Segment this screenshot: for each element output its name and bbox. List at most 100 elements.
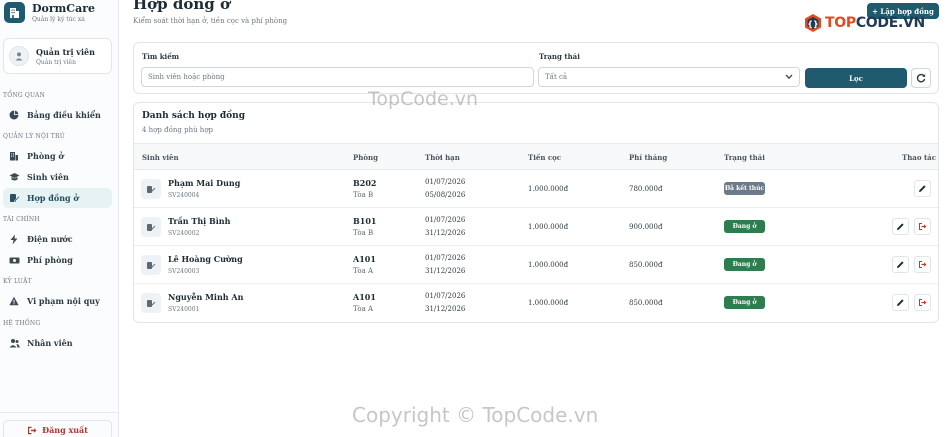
lightning-icon — [8, 233, 20, 245]
contract-icon — [8, 192, 20, 204]
brand[interactable]: DormCare Quản lý ký túc xá — [4, 2, 95, 23]
pencil-icon — [896, 260, 905, 269]
monthly-fee: 850.000đ — [629, 299, 663, 307]
deposit-amount: 1.000.000đ — [528, 223, 569, 231]
start-date: 01/07/2026 — [425, 254, 466, 262]
start-date: 01/07/2026 — [425, 178, 466, 186]
watermark: TopCode.vn — [368, 88, 479, 110]
topcode-logo-text: TOPCODE.VN — [825, 15, 925, 31]
graduation-cap-icon — [8, 171, 20, 183]
contract-list-card: Danh sách hợp đồng 4 hợp đồng phù hợp Si… — [133, 102, 939, 323]
avatar — [9, 46, 29, 66]
search-input[interactable]: Sinh viên hoặc phòng — [141, 67, 534, 87]
warning-icon — [8, 295, 20, 307]
sidebar-item-violations[interactable]: Vi phạm nội quy — [3, 291, 112, 311]
section-boarding: QUẢN LÝ NỘI TRÚ — [3, 133, 65, 140]
status-select[interactable]: Tất cả — [538, 67, 800, 87]
sign-out-icon — [918, 222, 927, 231]
edit-button[interactable] — [892, 294, 909, 311]
section-finance: TÀI CHÍNH — [3, 216, 40, 223]
app-name: DormCare — [32, 1, 95, 15]
sidebar-item-dashboard[interactable]: Bảng điều khiển — [3, 105, 112, 125]
contract-icon — [141, 293, 161, 313]
topcode-logo: {} TOPCODE.VN — [803, 13, 925, 33]
building-name: Tòa B — [353, 191, 374, 199]
filter-panel: Tìm kiếm Sinh viên hoặc phòng Trạng thái… — [133, 42, 939, 94]
status-badge: Đang ở — [724, 296, 765, 309]
end-date: 31/12/2026 — [425, 267, 466, 275]
filter-button[interactable]: Lọc — [805, 68, 907, 88]
column-header: Sinh viên — [142, 153, 179, 162]
status-select-value: Tất cả — [545, 73, 568, 81]
divider — [0, 412, 119, 413]
table-row[interactable]: Lê Hoàng Cường SV240003 A101 Tòa A 01/07… — [134, 246, 938, 284]
deposit-amount: 1.000.000đ — [528, 185, 569, 193]
edit-button[interactable] — [892, 256, 909, 273]
start-date: 01/07/2026 — [425, 292, 466, 300]
column-header: Thời hạn — [425, 153, 460, 162]
deposit-amount: 1.000.000đ — [528, 299, 569, 307]
sign-out-icon — [918, 260, 927, 269]
end-contract-button[interactable] — [914, 294, 931, 311]
svg-text:{}: {} — [807, 20, 818, 29]
page-subtitle: Kiểm soát thời hạn ở, tiền cọc và phí ph… — [133, 17, 288, 25]
refresh-icon — [916, 73, 926, 83]
room-number: A101 — [353, 254, 376, 264]
building-name: Tòa A — [353, 267, 374, 275]
sign-out-icon — [918, 298, 927, 307]
search-label: Tìm kiếm — [142, 52, 180, 61]
section-system: HỆ THỐNG — [3, 320, 41, 327]
sidebar-item-label: Bảng điều khiển — [27, 110, 101, 120]
sidebar-item-label: Sinh viên — [27, 172, 69, 182]
end-contract-button[interactable] — [914, 256, 931, 273]
sidebar-item-label: Điện nước — [27, 234, 73, 244]
sidebar: DormCare Quản lý ký túc xá Quản trị viên… — [0, 0, 119, 437]
student-name: Nguyễn Minh An — [168, 292, 244, 302]
refresh-button[interactable] — [911, 68, 931, 88]
pencil-icon — [918, 184, 927, 193]
room-number: B202 — [353, 178, 377, 188]
edit-button[interactable] — [914, 180, 931, 197]
column-header: Phòng — [353, 153, 379, 162]
column-header: Phí tháng — [629, 153, 668, 162]
contract-icon — [141, 217, 161, 237]
status-label: Trạng thái — [539, 52, 580, 61]
app-subtitle: Quản lý ký túc xá — [32, 15, 85, 23]
sidebar-item-room-fees[interactable]: Phí phòng — [3, 250, 112, 270]
building-name: Tòa B — [353, 229, 374, 237]
table-row[interactable]: Trần Thị Bình SV240002 B101 Tòa B 01/07/… — [134, 208, 938, 246]
table-row[interactable]: Phạm Mai Dung SV240004 B202 Tòa B 01/07/… — [134, 170, 938, 208]
user-name: Quản trị viên — [36, 46, 95, 57]
sidebar-item-label: Vi phạm nội quy — [27, 296, 100, 306]
edit-button[interactable] — [892, 218, 909, 235]
logout-icon — [27, 426, 37, 435]
user-card[interactable]: Quản trị viên Quản trị viên — [3, 38, 112, 74]
room-number: A101 — [353, 292, 376, 302]
watermark: Copyright © TopCode.vn — [352, 403, 599, 427]
sidebar-item-utilities[interactable]: Điện nước — [3, 229, 112, 249]
room-number: B101 — [353, 216, 377, 226]
column-header: Tiền cọc — [528, 153, 562, 162]
topcode-logo-icon: {} — [803, 13, 823, 33]
sidebar-item-label: Phí phòng — [27, 255, 73, 265]
sidebar-item-rooms[interactable]: Phòng ở — [3, 146, 112, 166]
sidebar-item-staff[interactable]: Nhân viên — [3, 333, 112, 353]
table-row[interactable]: Nguyễn Minh An SV240001 A101 Tòa A 01/07… — [134, 284, 938, 322]
pencil-icon — [896, 222, 905, 231]
sidebar-item-students[interactable]: Sinh viên — [3, 167, 112, 187]
column-header: Trạng thái — [724, 153, 765, 162]
pie-chart-icon — [8, 109, 20, 121]
status-badge: Đang ở — [724, 220, 765, 233]
column-header: Thao tác — [902, 153, 936, 162]
logout-label: Đăng xuất — [42, 425, 88, 435]
student-name: Lê Hoàng Cường — [168, 254, 243, 264]
start-date: 01/07/2026 — [425, 216, 466, 224]
end-date: 31/12/2026 — [425, 229, 466, 237]
logout-button[interactable]: Đăng xuất — [3, 420, 112, 437]
monthly-fee: 850.000đ — [629, 261, 663, 269]
end-date: 31/12/2026 — [425, 305, 466, 313]
end-contract-button[interactable] — [914, 218, 931, 235]
sidebar-item-contracts[interactable]: Hợp đồng ở — [3, 188, 112, 208]
deposit-amount: 1.000.000đ — [528, 261, 569, 269]
building-icon — [8, 150, 20, 162]
